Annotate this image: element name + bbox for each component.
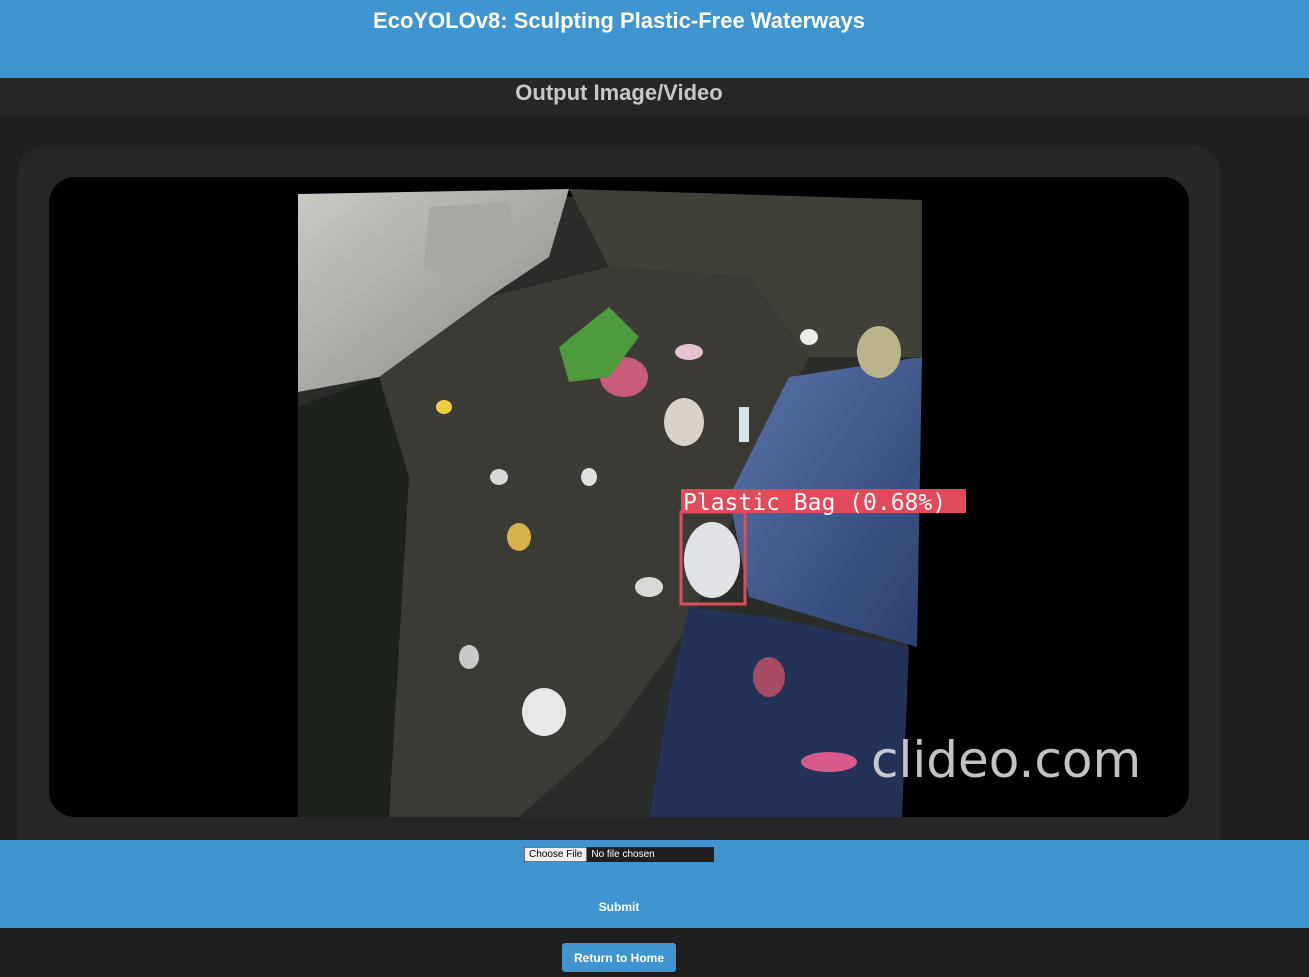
- choose-file-button[interactable]: Choose File: [524, 847, 588, 862]
- page-title: EcoYOLOv8: Sculpting Plastic-Free Waterw…: [373, 8, 865, 33]
- return-home-button[interactable]: Return to Home: [562, 943, 676, 972]
- detection-frame: Plastic Bag (0.68%) clideo.com: [298, 189, 1141, 817]
- app-header: EcoYOLOv8: Sculpting Plastic-Free Waterw…: [0, 0, 1309, 78]
- output-heading: Output Image/Video: [515, 80, 723, 105]
- detection-label: Plastic Bag (0.68%): [683, 490, 946, 516]
- watermark-text: clideo.com: [871, 731, 1141, 789]
- output-media-viewer[interactable]: Plastic Bag (0.68%) clideo.com: [49, 177, 1189, 817]
- file-input[interactable]: Choose File No file chosen: [524, 847, 714, 862]
- upload-form: Choose File No file chosen Submit: [0, 840, 1309, 928]
- plastic-bag-object: [684, 522, 740, 598]
- submit-button[interactable]: Submit: [586, 897, 652, 917]
- file-status-text: No file chosen: [591, 849, 655, 860]
- output-section-header: Output Image/Video: [0, 78, 1309, 116]
